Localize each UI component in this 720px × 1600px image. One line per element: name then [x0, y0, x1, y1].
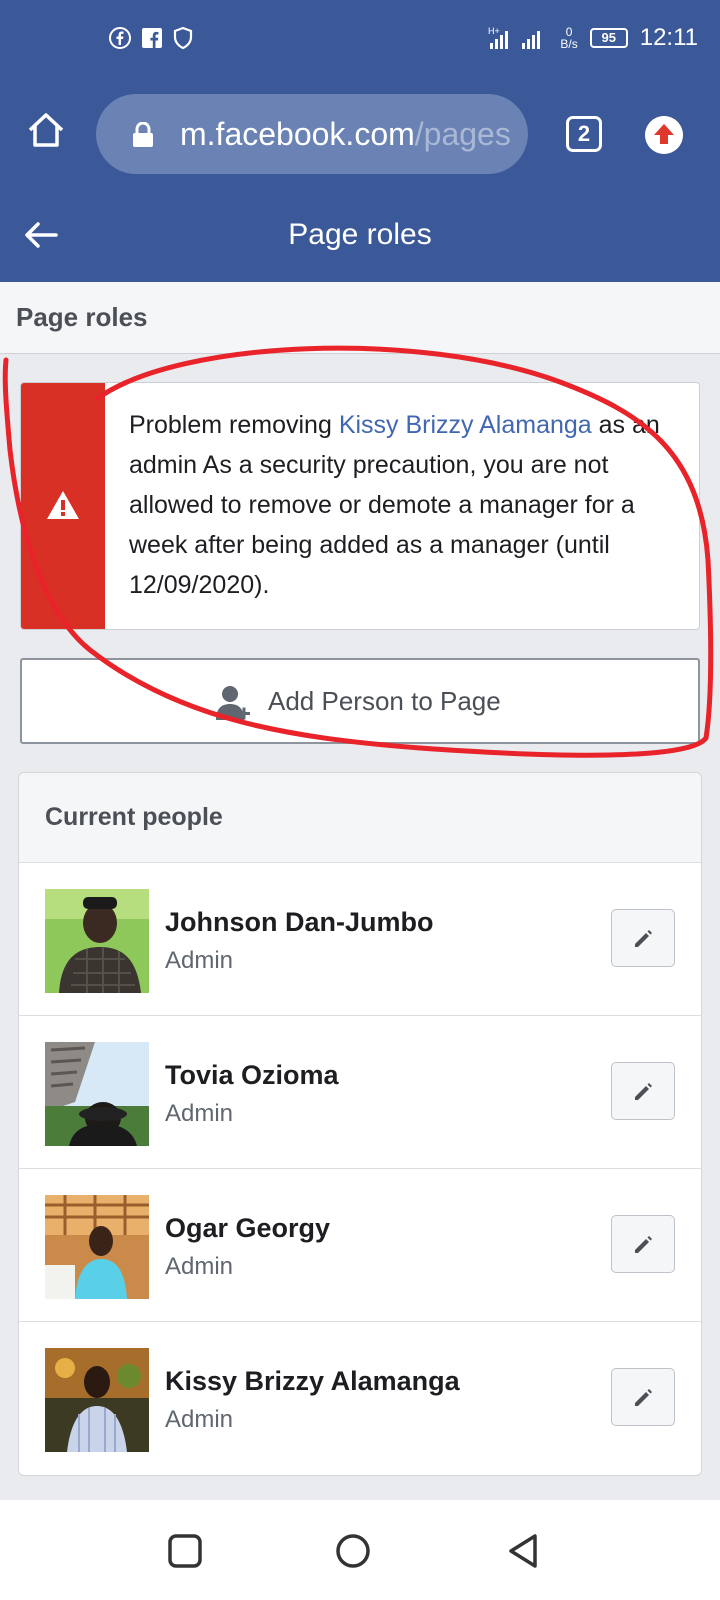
address-bar[interactable]: m.facebook.com/pages: [96, 94, 528, 174]
pencil-icon: [635, 930, 652, 947]
signal-icon: H+: [488, 26, 541, 49]
person-role: Admin: [165, 947, 234, 974]
recent-apps-icon[interactable]: [166, 1532, 204, 1570]
back-nav-icon[interactable]: [505, 1532, 543, 1570]
error-body: as an admin As a security precaution, yo…: [129, 411, 660, 599]
avatar: [45, 1195, 149, 1299]
home-icon[interactable]: [26, 110, 66, 150]
page-header: Page roles: [0, 192, 720, 282]
lock-icon: [133, 122, 153, 147]
add-person-button[interactable]: Add Person to Page: [20, 658, 700, 744]
system-nav-bar: [0, 1500, 720, 1600]
person-name[interactable]: Ogar Georgy: [165, 1213, 330, 1244]
error-message: Problem removing Kissy Brizzy Alamanga a…: [129, 405, 677, 605]
url-text: m.facebook.com/pages: [180, 116, 511, 153]
edit-role-button[interactable]: [611, 1215, 675, 1273]
warning-icon: [47, 491, 79, 519]
person-row[interactable]: Johnson Dan-Jumbo Admin: [19, 863, 701, 1016]
status-bar: H+ 0 B/s 95 12:11: [0, 0, 720, 80]
error-prefix: Problem removing: [129, 411, 339, 439]
current-people-title: Current people: [45, 803, 223, 831]
system-indicators: H+ 0 B/s 95 12:11: [488, 24, 698, 52]
person-row[interactable]: Tovia Ozioma Admin: [19, 1016, 701, 1169]
upload-icon[interactable]: [645, 116, 683, 154]
error-person-link[interactable]: Kissy Brizzy Alamanga: [339, 411, 592, 439]
person-name[interactable]: Tovia Ozioma: [165, 1060, 339, 1091]
error-stripe: [21, 383, 105, 629]
add-person-icon: [216, 686, 250, 720]
browser-toolbar: m.facebook.com/pages 2: [0, 80, 720, 192]
current-people-header: Current people: [19, 773, 701, 863]
person-row[interactable]: Ogar Georgy Admin: [19, 1169, 701, 1322]
battery-icon: 95: [589, 28, 628, 48]
avatar: [45, 1042, 149, 1146]
section-header: Page roles: [0, 282, 720, 354]
network-speed: 0 B/s: [560, 26, 577, 50]
network-speed-unit: B/s: [560, 37, 578, 51]
url-path: /pages: [414, 116, 511, 152]
error-banner: Problem removing Kissy Brizzy Alamanga a…: [20, 382, 700, 630]
facebook-icon: [109, 27, 131, 49]
avatar: [45, 1348, 149, 1452]
person-row[interactable]: Kissy Brizzy Alamanga Admin: [19, 1322, 701, 1475]
tab-switcher-button[interactable]: 2: [566, 116, 602, 152]
svg-text:H+: H+: [488, 26, 500, 36]
edit-role-button[interactable]: [611, 1368, 675, 1426]
clock: 12:11: [639, 24, 698, 51]
page-title: Page roles: [288, 218, 432, 251]
edit-role-button[interactable]: [611, 1062, 675, 1120]
shield-icon: [173, 26, 193, 50]
edit-role-button[interactable]: [611, 909, 675, 967]
section-title: Page roles: [16, 302, 148, 332]
home-nav-icon[interactable]: [334, 1532, 372, 1570]
avatar: [45, 889, 149, 993]
person-name[interactable]: Johnson Dan-Jumbo: [165, 907, 434, 938]
add-person-label: Add Person to Page: [268, 686, 501, 716]
person-role: Admin: [165, 1406, 234, 1433]
pencil-icon: [635, 1389, 652, 1406]
person-role: Admin: [165, 1253, 234, 1280]
pencil-icon: [635, 1236, 652, 1253]
person-role: Admin: [165, 1100, 234, 1127]
current-people-card: Current people Johnson Dan-Jumbo Admin T…: [18, 772, 702, 1476]
pencil-icon: [635, 1083, 652, 1100]
notification-icons: [108, 26, 194, 50]
person-name[interactable]: Kissy Brizzy Alamanga: [165, 1366, 460, 1397]
url-domain: m.facebook.com: [180, 116, 415, 152]
facebook-square-icon: [142, 28, 162, 48]
